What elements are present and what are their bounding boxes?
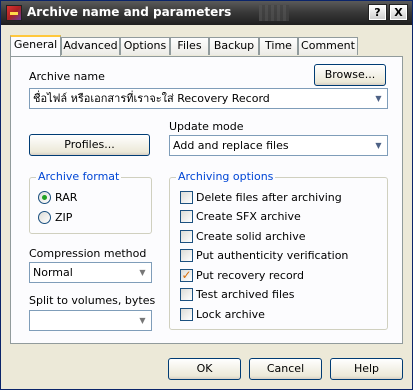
create-solid-checkbox[interactable] <box>180 230 193 243</box>
close-title-button[interactable]: X <box>389 4 408 21</box>
cancel-button[interactable]: Cancel <box>249 358 322 380</box>
tab-advanced[interactable]: Advanced <box>61 37 120 55</box>
lock-archive-label[interactable]: Lock archive <box>196 308 265 321</box>
help-title-button[interactable]: ? <box>368 4 387 21</box>
compression-method-label: Compression method <box>29 247 147 260</box>
help-button[interactable]: Help <box>330 358 403 380</box>
update-mode-select[interactable]: Add and replace files ▼ <box>169 135 388 156</box>
archive-name-combo[interactable]: ชื่อไฟล์ หรือเอกสารที่เราจะใส่ Recovery … <box>29 88 388 109</box>
delete-files-label[interactable]: Delete files after archiving <box>196 191 342 204</box>
compression-method-select[interactable]: Normal ▼ <box>29 262 152 283</box>
recovery-record-label[interactable]: Put recovery record <box>196 269 304 282</box>
tab-comment[interactable]: Comment <box>298 37 358 55</box>
test-archived-checkbox[interactable] <box>180 288 193 301</box>
tab-files[interactable]: Files <box>170 37 209 55</box>
general-tab-panel: Archive name Browse... ชื่อไฟล์ หรือเอกส… <box>10 56 403 344</box>
split-volumes-combo[interactable]: ▼ <box>29 310 152 331</box>
archive-name-value: ชื่อไฟล์ หรือเอกสารที่เราจะใส่ Recovery … <box>33 92 270 105</box>
update-mode-label: Update mode <box>169 120 244 133</box>
archive-dialog: Archive name and parameters ? X General … <box>0 0 413 390</box>
compression-method-value: Normal <box>33 266 73 279</box>
chevron-down-icon[interactable]: ▼ <box>370 136 387 155</box>
update-mode-value: Add and replace files <box>173 139 289 152</box>
checkmark-icon: ✓ <box>181 268 192 282</box>
create-solid-label[interactable]: Create solid archive <box>196 230 305 243</box>
chevron-down-icon[interactable]: ▼ <box>134 311 151 330</box>
create-sfx-checkbox[interactable] <box>180 210 193 223</box>
zip-radio[interactable] <box>38 211 51 224</box>
rar-label[interactable]: RAR <box>55 191 77 204</box>
title-bar-decoration <box>259 5 289 21</box>
tab-options[interactable]: Options <box>120 37 170 55</box>
archive-format-group: Archive format <box>29 170 152 234</box>
tab-general[interactable]: General <box>10 35 61 56</box>
winrar-app-icon <box>6 5 22 21</box>
split-volumes-label: Split to volumes, bytes <box>29 294 156 307</box>
test-archived-label[interactable]: Test archived files <box>196 288 295 301</box>
tab-backup[interactable]: Backup <box>209 37 259 55</box>
tab-time[interactable]: Time <box>259 37 298 55</box>
chevron-down-icon[interactable]: ▼ <box>134 263 151 282</box>
lock-archive-checkbox[interactable] <box>180 308 193 321</box>
chevron-down-icon[interactable]: ▼ <box>370 89 387 108</box>
authenticity-verification-label[interactable]: Put authenticity verification <box>196 249 348 262</box>
window-title: Archive name and parameters <box>27 5 232 19</box>
title-bar[interactable]: Archive name and parameters ? X <box>1 1 412 25</box>
archive-format-title: Archive format <box>36 170 122 183</box>
profiles-button[interactable]: Profiles... <box>29 134 150 156</box>
authenticity-verification-checkbox[interactable] <box>180 249 193 262</box>
rar-radio[interactable] <box>38 191 51 204</box>
create-sfx-label[interactable]: Create SFX archive <box>196 210 301 223</box>
archive-name-label: Archive name <box>29 70 105 83</box>
recovery-record-checkbox[interactable]: ✓ <box>180 269 193 282</box>
browse-button[interactable]: Browse... <box>314 64 386 86</box>
archiving-options-title: Archiving options <box>176 170 276 183</box>
delete-files-checkbox[interactable] <box>180 191 193 204</box>
zip-label[interactable]: ZIP <box>55 211 72 224</box>
ok-button[interactable]: OK <box>168 358 241 380</box>
